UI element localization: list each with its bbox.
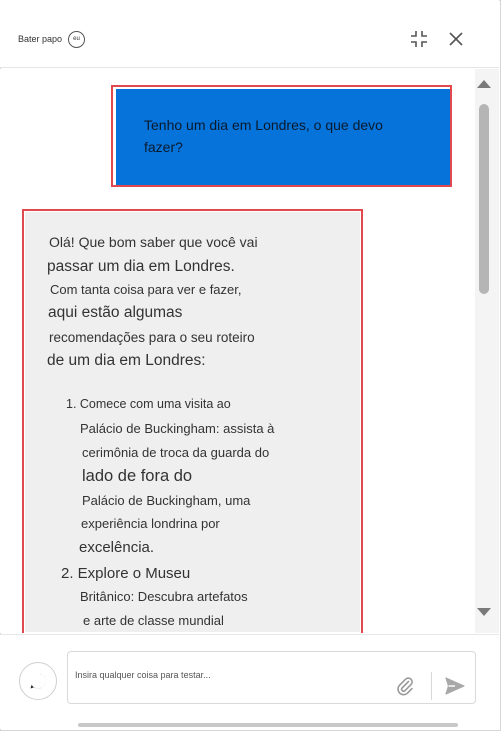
scroll-up-arrow-icon[interactable] bbox=[477, 80, 491, 88]
add-comment-button[interactable] bbox=[19, 662, 57, 700]
bot-line: experiência londrina por bbox=[81, 516, 220, 531]
message-list[interactable]: Tenho um dia em Londres, o que devo faze… bbox=[0, 69, 475, 633]
bot-line: Palácio de Buckingham: assista à bbox=[80, 421, 275, 436]
bot-line: e arte de classe mundial bbox=[83, 613, 224, 628]
bot-line: aqui estão algumas bbox=[48, 304, 183, 321]
bot-line: excelência. bbox=[79, 539, 155, 556]
attach-button[interactable] bbox=[395, 675, 415, 697]
collapse-button[interactable] bbox=[408, 28, 430, 50]
bot-line: passar um dia em Londres. bbox=[47, 258, 235, 275]
bot-line: recomendações para o seu roteiro bbox=[49, 330, 255, 345]
scrollbar-thumb[interactable] bbox=[479, 104, 489, 294]
bot-line: Olá! Que bom saber que você vai bbox=[49, 234, 258, 250]
bot-line: Com tanta coisa para ver e fazer, bbox=[50, 282, 242, 297]
close-button[interactable] bbox=[445, 28, 467, 50]
bot-line: Palácio de Buckingham, uma bbox=[82, 493, 251, 508]
bot-line: Britânico: Descubra artefatos bbox=[80, 589, 248, 604]
chat-header: Bater papo eu bbox=[0, 0, 499, 68]
bot-line: 1. Comece com uma visita ao bbox=[66, 397, 231, 411]
send-button[interactable] bbox=[443, 675, 467, 697]
message-input[interactable] bbox=[75, 665, 385, 685]
send-icon bbox=[445, 677, 465, 695]
bot-line: de um dia em Londres: bbox=[47, 352, 206, 369]
composer-divider bbox=[431, 672, 432, 700]
collapse-icon bbox=[411, 31, 427, 47]
close-icon bbox=[449, 32, 463, 46]
bot-line: lado de fora do bbox=[82, 467, 193, 485]
eu-badge: eu bbox=[68, 31, 85, 48]
bot-line: cerimônia de troca da guarda do bbox=[82, 445, 270, 460]
horizontal-scrollbar[interactable] bbox=[78, 723, 458, 727]
bot-message-bubble: Olá! Que bom saber que você vai passar u… bbox=[25, 212, 360, 632]
scroll-down-arrow-icon[interactable] bbox=[477, 608, 491, 616]
add-comment-icon bbox=[30, 673, 46, 689]
paperclip-icon bbox=[397, 677, 413, 696]
chat-title: Bater papo bbox=[18, 34, 63, 44]
bot-line: 2. Explore o Museu bbox=[61, 565, 191, 582]
user-message-text: Tenho um dia em Londres, o que devo faze… bbox=[144, 117, 383, 155]
